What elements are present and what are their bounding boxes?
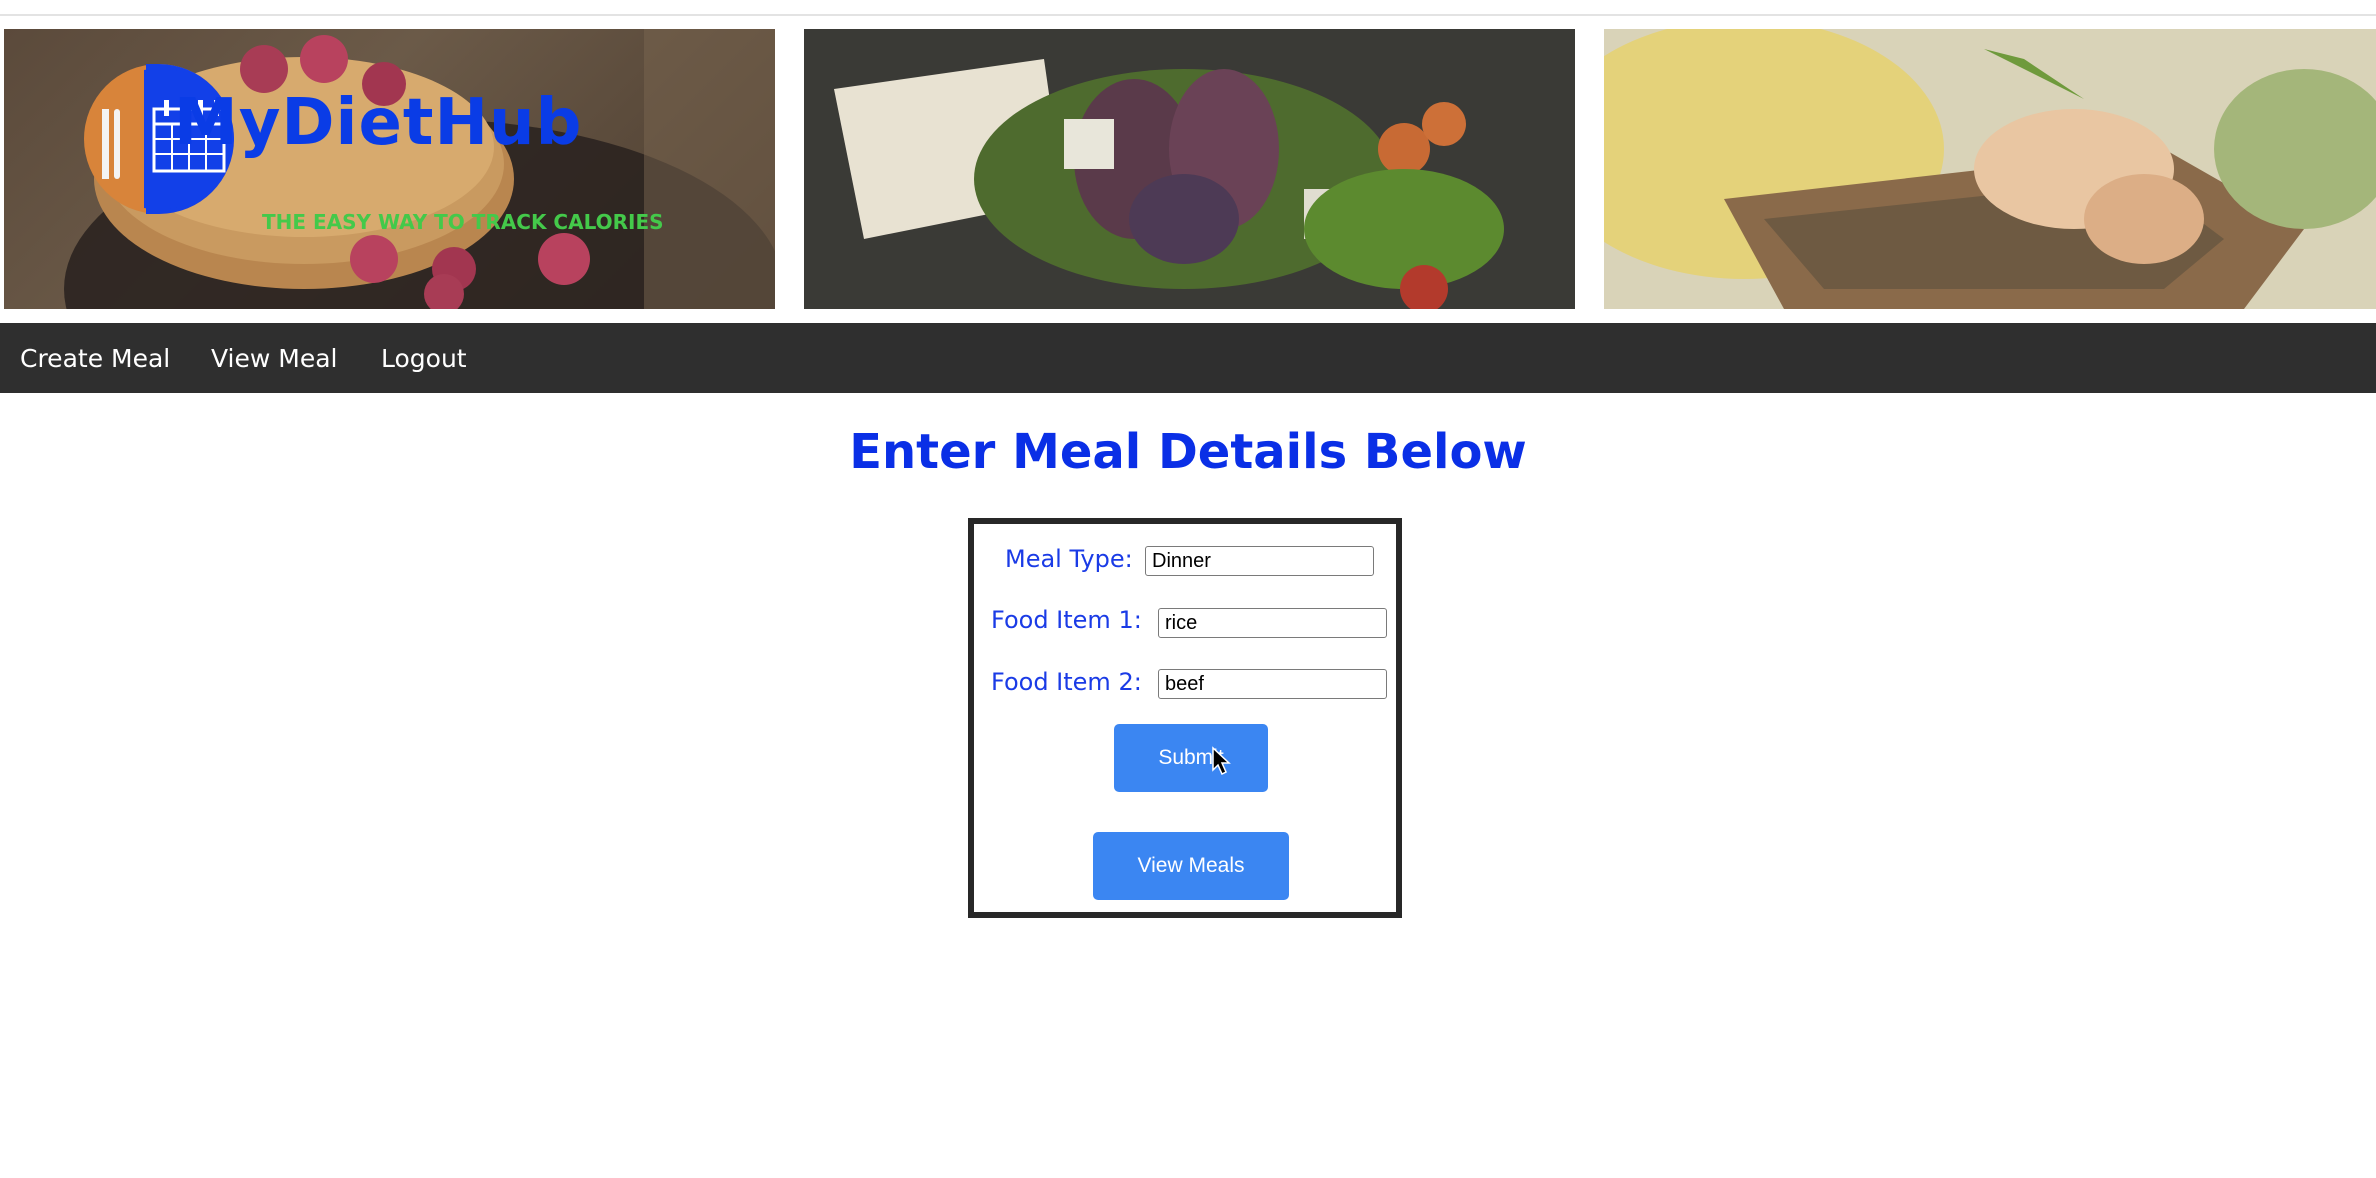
submit-button[interactable]: Submit	[1114, 724, 1268, 792]
view-meals-button[interactable]: View Meals	[1093, 832, 1289, 900]
banner-image-fish	[1604, 29, 2376, 309]
meal-type-label: Meal Type:	[1005, 545, 1133, 573]
logo-tagline: THE EASY WAY TO TRACK CALORIES	[262, 210, 664, 234]
food-item-2-input[interactable]	[1158, 669, 1387, 699]
meal-form: Meal Type: Food Item 1: Food Item 2: Sub…	[968, 518, 1402, 918]
nav-item-create-meal[interactable]: Create Meal	[0, 323, 190, 393]
food-item-1-input[interactable]	[1158, 608, 1387, 638]
banner-image-salad	[804, 29, 1575, 309]
nav-item-logout[interactable]: Logout	[361, 323, 487, 393]
page-title: Enter Meal Details Below	[849, 424, 1527, 480]
nav-item-view-meal[interactable]: View Meal	[191, 323, 358, 393]
nav-bar: Create Meal View Meal Logout	[0, 323, 2376, 393]
browser-top-line	[0, 14, 2376, 16]
logo-title: MyDietHub	[174, 86, 583, 160]
fish-illustration	[1604, 29, 2376, 309]
salad-illustration	[804, 29, 1575, 309]
meal-type-input[interactable]	[1145, 546, 1374, 576]
food-item-2-label: Food Item 2:	[991, 668, 1142, 696]
food-item-1-label: Food Item 1:	[991, 606, 1142, 634]
mouse-cursor-icon	[1212, 746, 1231, 776]
